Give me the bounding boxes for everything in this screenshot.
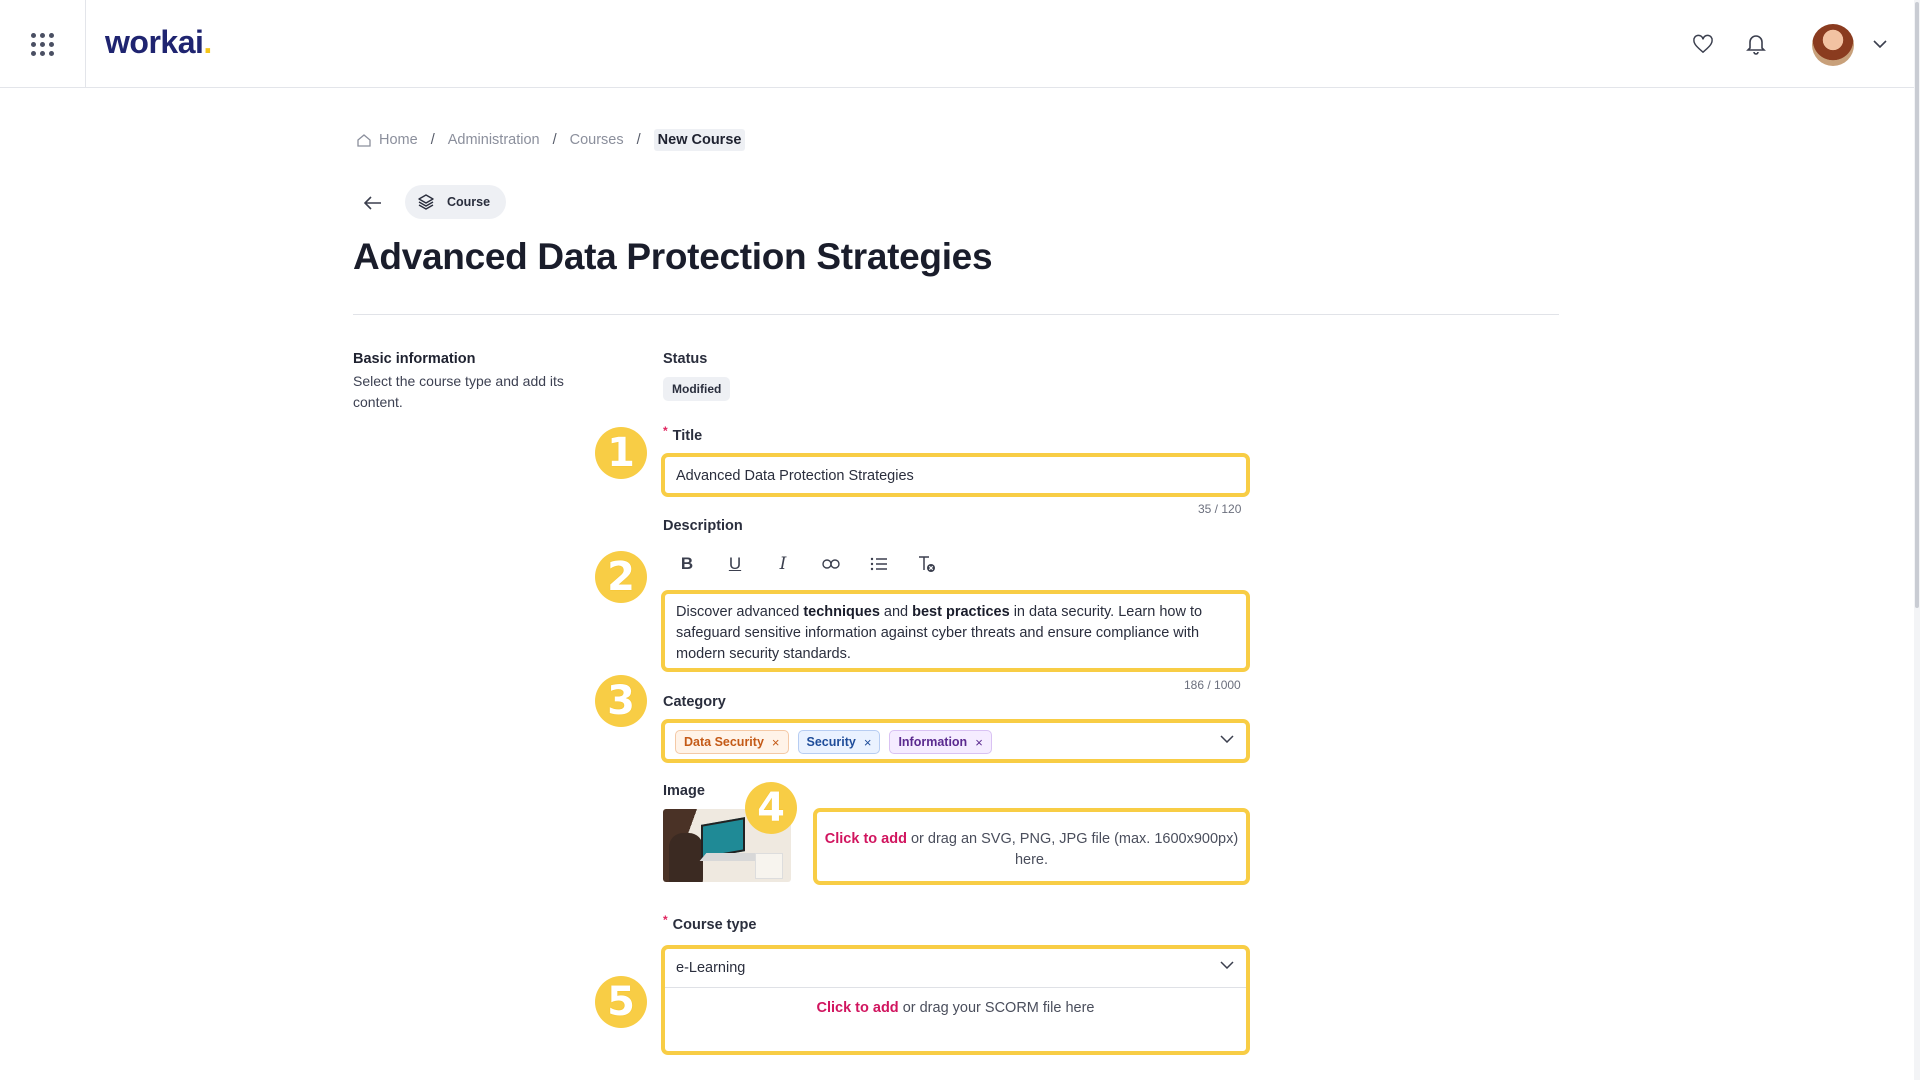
step-marker-2: 2 xyxy=(595,551,647,603)
image-click-to-add-link[interactable]: Click to add xyxy=(825,831,907,847)
clear-formatting-icon xyxy=(919,556,935,572)
category-tag-label: Information xyxy=(898,735,968,749)
image-label: Image xyxy=(663,783,705,799)
title-char-counter: 35 / 120 xyxy=(1198,502,1242,516)
profile-menu-toggle[interactable] xyxy=(1866,30,1894,58)
title-label-text: Title xyxy=(672,428,703,444)
apps-menu-button[interactable] xyxy=(0,0,86,88)
breadcrumb: Home / Administration / Courses / New Co… xyxy=(357,129,746,151)
course-type-label: * Course type xyxy=(663,913,757,933)
step-marker-1: 1 xyxy=(595,427,647,479)
avatar[interactable] xyxy=(1812,24,1854,66)
course-type-label-text: Course type xyxy=(672,917,757,933)
bold-button[interactable]: B xyxy=(663,552,711,576)
chevron-down-icon[interactable] xyxy=(1220,735,1234,743)
image-dropzone-text: Click to add or drag an SVG, PNG, JPG fi… xyxy=(824,831,1239,868)
category-select[interactable]: Data Security × Security × Information × xyxy=(661,719,1250,763)
breadcrumb-separator: / xyxy=(552,132,557,148)
category-tag-label: Security xyxy=(806,735,856,749)
divider xyxy=(353,314,1559,315)
remove-tag-icon[interactable]: × xyxy=(864,735,872,750)
notifications-button[interactable] xyxy=(1742,30,1770,58)
title-input[interactable]: Advanced Data Protection Strategies xyxy=(661,453,1250,497)
underline-icon: U xyxy=(728,554,742,573)
bullet-list-icon xyxy=(870,557,887,571)
bell-icon xyxy=(1746,35,1766,55)
italic-icon: I xyxy=(779,554,787,574)
category-tag-label: Data Security xyxy=(684,735,764,749)
required-mark: * xyxy=(663,913,668,927)
favorites-button[interactable] xyxy=(1689,30,1717,58)
step-marker-3: 3 xyxy=(595,675,647,727)
italic-button[interactable]: I xyxy=(759,552,807,576)
course-type-field: e-Learning Click to add or drag your SCO… xyxy=(661,945,1250,1055)
description-editor[interactable]: Discover advanced techniques and best pr… xyxy=(661,590,1250,672)
category-tag: Security × xyxy=(797,730,881,754)
chevron-down-icon xyxy=(1873,40,1887,48)
category-label: Category xyxy=(663,694,726,710)
heart-icon xyxy=(1693,34,1713,54)
category-tags: Data Security × Security × Information × xyxy=(675,730,992,754)
link-icon xyxy=(822,559,840,569)
apps-grid-icon xyxy=(31,32,54,56)
step-marker-4: 4 xyxy=(745,782,797,834)
breadcrumb-current: New Course xyxy=(653,129,746,151)
step-marker-5: 5 xyxy=(595,976,647,1028)
category-tag: Data Security × xyxy=(675,730,789,754)
course-type-select[interactable]: e-Learning xyxy=(665,949,1246,988)
breadcrumb-separator: / xyxy=(430,132,435,148)
home-icon xyxy=(357,133,371,147)
course-type-value: e-Learning xyxy=(676,960,746,976)
clear-formatting-button[interactable] xyxy=(903,552,951,576)
bullet-list-button[interactable] xyxy=(855,552,903,576)
breadcrumb-administration[interactable]: Administration xyxy=(448,132,540,148)
breadcrumb-separator: / xyxy=(636,132,641,148)
course-chip-label: Course xyxy=(447,195,491,209)
category-tag: Information × xyxy=(889,730,992,754)
required-mark: * xyxy=(663,424,668,438)
underline-button[interactable]: U xyxy=(711,552,759,576)
description-char-counter: 186 / 1000 xyxy=(1184,678,1241,692)
image-dropzone[interactable]: Click to add or drag an SVG, PNG, JPG fi… xyxy=(813,808,1250,885)
remove-tag-icon[interactable]: × xyxy=(975,735,983,750)
link-button[interactable] xyxy=(807,552,855,576)
rich-text-toolbar: B U I xyxy=(663,552,951,576)
section-description: Select the course type and add its conte… xyxy=(353,373,564,410)
page-scrollbar-thumb[interactable] xyxy=(1915,2,1919,608)
layers-icon xyxy=(418,194,434,210)
status-badge: Modified xyxy=(663,377,731,401)
top-bar: workai. xyxy=(0,0,1914,88)
arrow-left-icon xyxy=(364,196,381,210)
status-label: Status xyxy=(663,351,708,367)
scorm-click-to-add-link[interactable]: Click to add xyxy=(816,1000,898,1016)
remove-tag-icon[interactable]: × xyxy=(772,735,780,750)
breadcrumb-home[interactable]: Home xyxy=(379,132,418,148)
chevron-down-icon xyxy=(1220,961,1234,969)
title-input-value: Advanced Data Protection Strategies xyxy=(676,468,914,484)
description-label: Description xyxy=(663,518,743,534)
section-title: Basic information xyxy=(353,351,476,367)
scorm-dropzone[interactable]: Click to add or drag your SCORM file her… xyxy=(665,1000,1246,1016)
workai-logo[interactable]: workai. xyxy=(105,24,212,61)
bold-icon: B xyxy=(680,554,694,573)
course-type-chip: Course xyxy=(405,185,507,219)
breadcrumb-courses[interactable]: Courses xyxy=(570,132,624,148)
title-label: * Title xyxy=(663,424,703,444)
back-button[interactable] xyxy=(360,190,386,216)
page-title: Advanced Data Protection Strategies xyxy=(353,236,993,277)
description-text: Discover advanced techniques and best pr… xyxy=(676,604,1203,662)
